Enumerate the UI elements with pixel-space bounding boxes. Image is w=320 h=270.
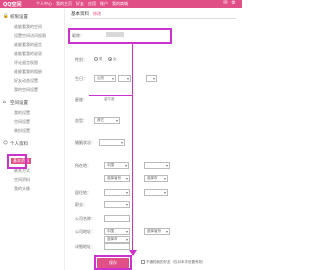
hometown-city-select[interactable]: 选择市 [144,175,168,182]
marriage-label: 婚姻状况： [75,140,95,145]
nav-my-home[interactable]: 我的主页 [56,1,72,7]
sidebar-item[interactable]: 我的头像 [14,186,30,192]
annotation-highlight-sidebar [7,154,27,169]
nickname-label: 昵称： [72,33,84,38]
company-province-select[interactable]: 选择省份 [144,228,170,235]
profile-tabs: 基本资料 修改 [71,11,101,17]
hometown-country-select[interactable]: 中国 [104,162,129,169]
birthday-month-select[interactable] [146,75,157,82]
annotation-connector-vertical [132,44,133,252]
nav-personal-center[interactable]: 个人中心 [36,1,52,7]
nav-mall[interactable]: 我的商城 [112,1,128,7]
company-name-label: 公司名称： [75,216,95,221]
gender-female-radio[interactable] [108,57,112,61]
company-country-select[interactable]: 中国 [104,228,130,235]
sidebar-item[interactable]: 我的空间设置 [14,87,38,93]
sidebar-item[interactable]: 好友动态设置 [14,78,38,84]
qzone-logo[interactable]: QQ空间 [3,1,22,8]
sidebar-item[interactable]: 评论留言权限 [14,60,38,66]
sidebar-item[interactable]: 空间资料 [14,177,30,183]
zodiac-value: 金牛座 [104,97,115,101]
sidebar-item[interactable]: 谁能看我的空间 [14,24,42,30]
blood-type-select[interactable]: 其它 [94,117,120,124]
sidebar: 🔒权限设置 谁能看我的空间 设置空间访问权限 谁能看我的留言 谁能看我的说说 评… [0,8,65,270]
nav-friends[interactable]: 好友 [76,1,84,7]
tab-modify[interactable]: 修改 [93,11,101,17]
gender-label: 性别： [75,57,87,62]
sidebar-item[interactable]: 空间设置 [14,119,30,125]
annotation-connector-horizontal [89,95,133,96]
company-name-input[interactable] [104,215,130,222]
birthday-label: 生日： [75,76,87,81]
lock-icon: 🔒 [3,14,9,19]
gender-female-label: 女 [113,57,117,61]
hometown-label: 所在地： [75,163,91,168]
hometown-extra-select[interactable] [144,162,170,169]
notify-label: 不通知我的好友（仅对本次设置有效） [146,260,206,264]
divider [71,18,236,19]
top-nav: 个人中心 我的主页 好友 应用 账户 我的商城 [36,1,128,7]
nickname-input[interactable] [106,32,124,37]
top-bar: QQ空间 个人中心 我的主页 好友 应用 账户 我的商城 ✉ ⚙ [0,0,242,8]
nav-apps[interactable]: 应用 [88,1,96,7]
sidebar-section-space[interactable]: ⌂ 空间设置 [3,100,28,106]
marriage-select[interactable] [99,139,125,146]
home-icon: ⌂ [3,100,6,105]
sidebar-item[interactable]: 我的设置 [14,110,30,116]
hometown-province-select[interactable]: 选择省份 [104,175,130,182]
save-button[interactable]: 保存 [97,258,129,268]
company-address-label: 公司地址： [75,229,95,234]
tab-basic-profile[interactable]: 基本资料 [71,11,89,17]
detail-address-label: 详细地址： [75,244,95,249]
blood-type-label: 血型： [75,118,87,123]
gender-male-label: 男 [99,57,103,61]
sidebar-item[interactable]: 装扮设置 [14,128,30,134]
detail-address-input[interactable] [104,243,130,250]
job-select[interactable] [104,201,130,208]
sidebar-item[interactable]: 谁能看我的说说 [14,51,42,57]
job-label: 职业： [75,202,87,207]
gender-male-radio[interactable] [94,57,98,61]
sidebar-item[interactable]: 谁能看我的留言 [14,42,42,48]
gear-icon[interactable]: ⚙ [231,1,236,6]
residence-extra-select[interactable] [144,189,168,196]
birthday-type-select[interactable]: 公历 [94,75,116,82]
sidebar-section-profile[interactable]: ☺ 个人资料 [3,141,28,147]
user-icon: ☺ [3,141,8,146]
sidebar-section-permissions[interactable]: 🔒权限设置 [3,14,28,20]
residence-label: 居住地： [75,190,91,195]
mail-icon[interactable]: ✉ [223,1,228,6]
company-city-select[interactable]: 选择市 [104,236,130,243]
sidebar-item[interactable]: 设置空间访问权限 [14,33,46,39]
notify-checkbox[interactable] [141,260,145,264]
residence-country-select[interactable] [104,189,130,196]
birthday-year-select[interactable] [118,75,131,82]
nav-account[interactable]: 账户 [100,1,108,7]
zodiac-label: 星座： [75,97,87,102]
sidebar-item[interactable]: 谁能看我的相册 [14,69,42,75]
top-icons: ✉ ⚙ [223,1,236,6]
